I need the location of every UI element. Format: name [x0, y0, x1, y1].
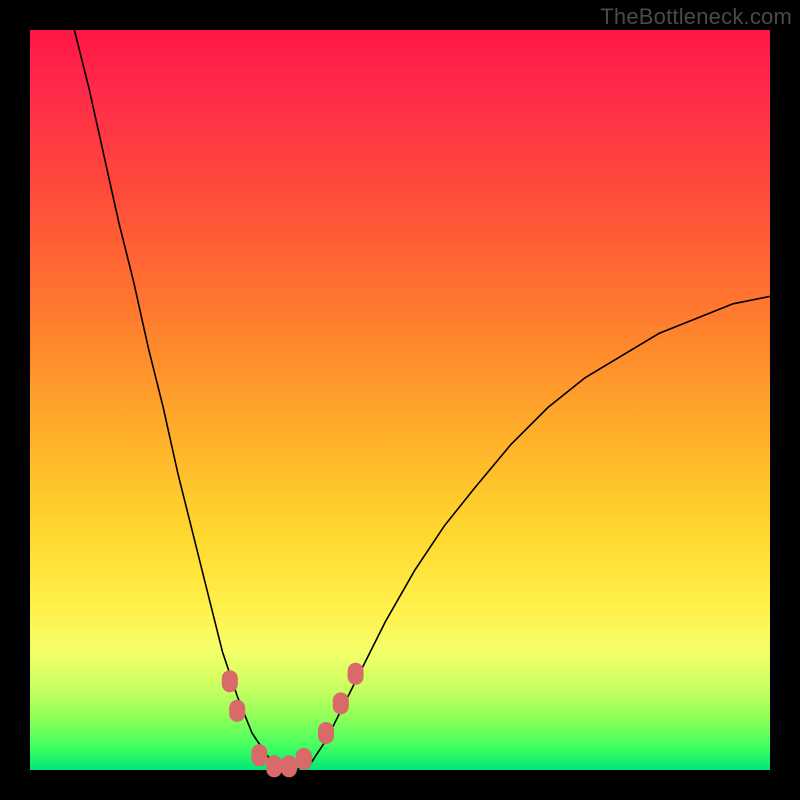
marker-right-cluster-3	[348, 663, 364, 685]
outer-frame: TheBottleneck.com	[0, 0, 800, 800]
marker-left-cluster-top	[222, 670, 238, 692]
bottleneck-curve	[74, 30, 770, 770]
curve-svg	[30, 30, 770, 770]
marker-right-cluster-2	[333, 692, 349, 714]
marker-valley-4	[296, 748, 312, 770]
marker-left-cluster-bottom	[229, 700, 245, 722]
valley-markers	[222, 663, 364, 778]
marker-right-cluster-1	[318, 722, 334, 744]
marker-valley-3	[281, 755, 297, 777]
marker-valley-1	[251, 744, 267, 766]
watermark-text: TheBottleneck.com	[600, 4, 792, 30]
marker-valley-2	[266, 755, 282, 777]
plot-area	[30, 30, 770, 770]
